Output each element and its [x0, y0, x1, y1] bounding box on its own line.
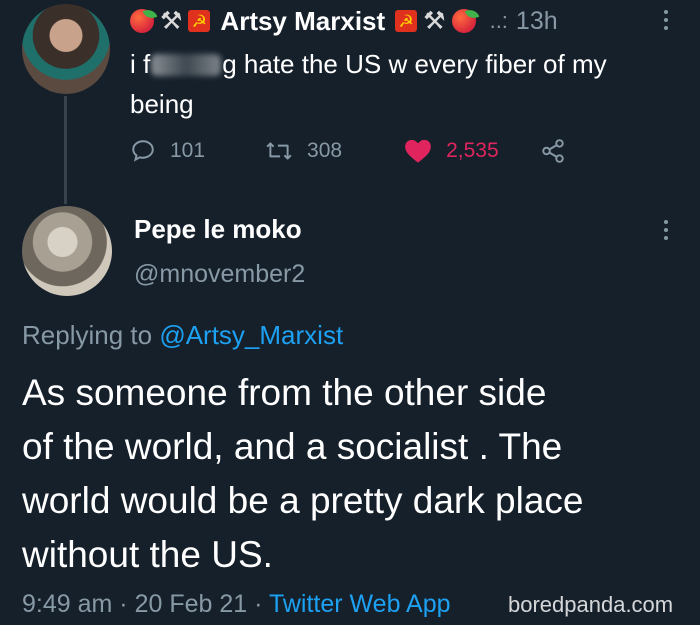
- reply-icon: [132, 140, 154, 162]
- heart-icon: [405, 139, 431, 163]
- retweet-button[interactable]: 308: [265, 138, 342, 164]
- reply-count: 101: [170, 139, 206, 162]
- more-icon[interactable]: [664, 10, 668, 30]
- author-avatar[interactable]: [22, 4, 110, 94]
- reply-date[interactable]: 20 Feb 21: [135, 590, 248, 618]
- soviet-flag-emoji: ☭: [395, 10, 418, 32]
- thread-line: [64, 96, 67, 204]
- time-prefix: ..:: [489, 8, 508, 33]
- reply-text-line: of the world, and a socialist . The: [22, 426, 563, 467]
- retweet-count: 308: [307, 139, 343, 162]
- author-display-name[interactable]: Artsy Marxist: [220, 6, 385, 37]
- reply-text-line: without the US.: [22, 534, 273, 575]
- replying-to-label: Replying to: [22, 320, 153, 350]
- tweet-text-start: i f: [130, 49, 151, 79]
- meta-separator: ·: [254, 590, 263, 618]
- tweet-text: i f g hate the US w every fiber of my bei…: [130, 44, 690, 124]
- mango-emoji: [130, 9, 154, 33]
- replying-to-line: Replying to @Artsy_Marxist: [22, 320, 343, 351]
- hammer-pick-emoji: ⚒: [160, 6, 183, 35]
- share-icon: [541, 139, 564, 163]
- reply-display-name[interactable]: Pepe le moko: [134, 214, 302, 245]
- reply-meta: 9:49 am · 20 Feb 21 · Twitter Web App: [22, 590, 451, 619]
- reply-time[interactable]: 9:49 am: [22, 590, 112, 618]
- mango-emoji: [451, 9, 476, 33]
- more-icon[interactable]: [664, 220, 668, 240]
- tweet-time[interactable]: 13h: [516, 7, 558, 36]
- reply-text: As someone from the other side of the wo…: [22, 366, 692, 582]
- censor-blur: [151, 54, 222, 76]
- watermark: boredpanda.com: [508, 592, 674, 617]
- reply-author-avatar[interactable]: [22, 206, 112, 296]
- soviet-flag-emoji: ☭: [188, 10, 211, 32]
- like-button[interactable]: 2,535: [404, 138, 499, 164]
- reply-text-line: world would be a pretty dark place: [22, 480, 584, 521]
- reply-button[interactable]: 101: [130, 138, 205, 164]
- tweet-header: ⚒ ☭ Artsy Marxist ☭ ⚒ ..: 13h: [130, 4, 558, 38]
- like-count: 2,535: [446, 139, 499, 162]
- replying-to-handle[interactable]: @Artsy_Marxist: [159, 320, 343, 350]
- reply-text-line: As someone from the other side: [22, 372, 547, 413]
- tweet-text-end: g hate the US w every fiber of my: [222, 49, 607, 79]
- reply-handle[interactable]: @mnovember2: [134, 260, 305, 289]
- tweet-text-line2: being: [130, 89, 194, 119]
- meta-separator: ·: [119, 590, 128, 618]
- hammer-pick-emoji: ⚒: [423, 6, 446, 35]
- retweet-icon: [266, 142, 292, 160]
- share-button[interactable]: [539, 138, 567, 164]
- action-bar: 101 308 2,535: [130, 136, 567, 166]
- reply-source[interactable]: Twitter Web App: [269, 590, 451, 618]
